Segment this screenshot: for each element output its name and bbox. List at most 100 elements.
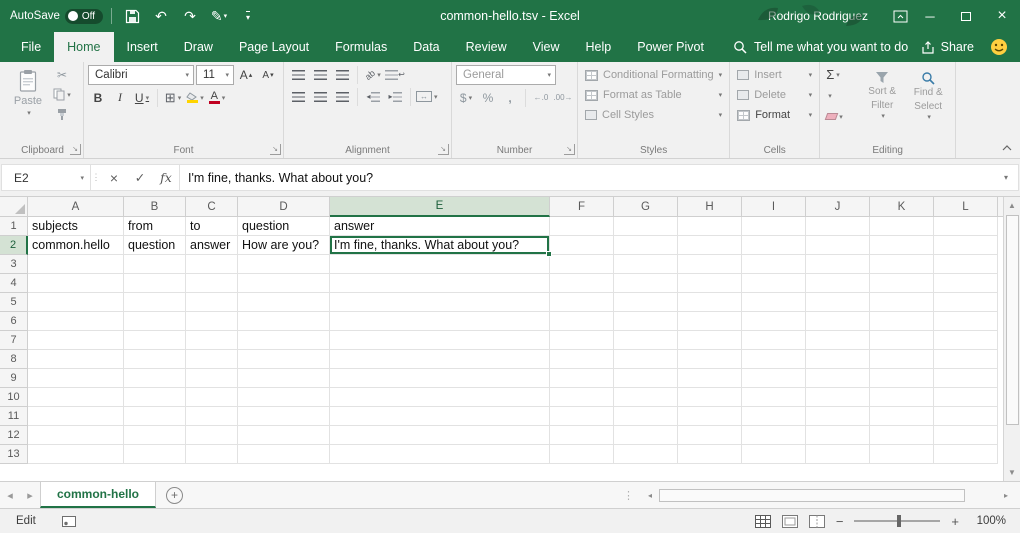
accounting-format-button[interactable]: $▾ xyxy=(456,88,476,107)
cell-F4[interactable] xyxy=(550,274,614,293)
tab-draw[interactable]: Draw xyxy=(171,32,226,62)
cell-E1[interactable]: answer xyxy=(330,217,550,236)
alignment-dialog-launcher[interactable]: ↘ xyxy=(438,144,449,155)
cell-G7[interactable] xyxy=(614,331,678,350)
tab-page-layout[interactable]: Page Layout xyxy=(226,32,322,62)
cell-H6[interactable] xyxy=(678,312,742,331)
cell-D3[interactable] xyxy=(238,255,330,274)
cell-E9[interactable] xyxy=(330,369,550,388)
cell-F12[interactable] xyxy=(550,426,614,445)
cell-J3[interactable] xyxy=(806,255,870,274)
align-bottom-button[interactable] xyxy=(332,65,352,84)
cell-L8[interactable] xyxy=(934,350,998,369)
clipboard-dialog-launcher[interactable]: ↘ xyxy=(70,144,81,155)
save-button[interactable] xyxy=(120,3,144,29)
vertical-scrollbar[interactable]: ▲ ▼ xyxy=(1003,197,1020,481)
zoom-level[interactable]: 100% xyxy=(970,515,1006,527)
tab-view[interactable]: View xyxy=(520,32,573,62)
number-dialog-launcher[interactable]: ↘ xyxy=(564,144,575,155)
cell-G3[interactable] xyxy=(614,255,678,274)
cell-K1[interactable] xyxy=(870,217,934,236)
merge-center-button[interactable]: ↔▾ xyxy=(416,87,438,106)
cell-K3[interactable] xyxy=(870,255,934,274)
cell-H10[interactable] xyxy=(678,388,742,407)
cell-H2[interactable] xyxy=(678,236,742,255)
cell-L9[interactable] xyxy=(934,369,998,388)
cell-D7[interactable] xyxy=(238,331,330,350)
scroll-down-arrow[interactable]: ▼ xyxy=(1004,464,1020,481)
row-header-8[interactable]: 8 xyxy=(0,350,28,369)
cell-L12[interactable] xyxy=(934,426,998,445)
row-header-1[interactable]: 1 xyxy=(0,217,28,236)
column-header-B[interactable]: B xyxy=(124,197,186,217)
cell-K10[interactable] xyxy=(870,388,934,407)
undo-button[interactable]: ↶ xyxy=(149,3,173,29)
cell-K4[interactable] xyxy=(870,274,934,293)
cell-L5[interactable] xyxy=(934,293,998,312)
cell-F8[interactable] xyxy=(550,350,614,369)
cell-F5[interactable] xyxy=(550,293,614,312)
cell-D10[interactable] xyxy=(238,388,330,407)
increase-indent-button[interactable]: ▸ xyxy=(385,87,405,106)
cell-G12[interactable] xyxy=(614,426,678,445)
cell-K5[interactable] xyxy=(870,293,934,312)
scroll-up-arrow[interactable]: ▲ xyxy=(1004,197,1020,214)
cell-E13[interactable] xyxy=(330,445,550,464)
cut-button[interactable]: ✂ xyxy=(52,65,72,84)
tab-formulas[interactable]: Formulas xyxy=(322,32,400,62)
cell-J1[interactable] xyxy=(806,217,870,236)
maximize-button[interactable] xyxy=(948,0,984,32)
cell-E11[interactable] xyxy=(330,407,550,426)
cell-G11[interactable] xyxy=(614,407,678,426)
autosum-button[interactable]: Σ▾ xyxy=(824,65,856,84)
ribbon-display-options-button[interactable] xyxy=(888,3,912,29)
align-top-button[interactable] xyxy=(288,65,308,84)
horizontal-scrollbar-track[interactable] xyxy=(658,487,998,504)
align-center-button[interactable] xyxy=(310,87,330,106)
row-header-10[interactable]: 10 xyxy=(0,388,28,407)
increase-decimal-button[interactable]: ←.0 xyxy=(531,88,551,107)
cell-K9[interactable] xyxy=(870,369,934,388)
row-header-5[interactable]: 5 xyxy=(0,293,28,312)
cell-B5[interactable] xyxy=(124,293,186,312)
cell-L2[interactable] xyxy=(934,236,998,255)
row-header-3[interactable]: 3 xyxy=(0,255,28,274)
sheet-nav-right-button[interactable]: ▸ xyxy=(20,482,40,508)
cell-K13[interactable] xyxy=(870,445,934,464)
column-header-E[interactable]: E xyxy=(330,197,550,217)
normal-view-button[interactable] xyxy=(755,515,771,528)
feedback-smiley-icon[interactable] xyxy=(990,38,1008,56)
cell-G1[interactable] xyxy=(614,217,678,236)
cell-J9[interactable] xyxy=(806,369,870,388)
cell-E2[interactable]: I'm fine, thanks. What about you? xyxy=(330,236,550,255)
formula-input[interactable]: I'm fine, thanks. What about you? xyxy=(180,171,994,185)
fill-button[interactable]: ▾ xyxy=(824,86,856,105)
row-header-4[interactable]: 4 xyxy=(0,274,28,293)
cell-I4[interactable] xyxy=(742,274,806,293)
cell-A12[interactable] xyxy=(28,426,124,445)
cell-G8[interactable] xyxy=(614,350,678,369)
cell-J6[interactable] xyxy=(806,312,870,331)
cell-B10[interactable] xyxy=(124,388,186,407)
cell-J11[interactable] xyxy=(806,407,870,426)
copy-button[interactable]: ▾ xyxy=(52,85,72,104)
cell-L3[interactable] xyxy=(934,255,998,274)
cell-J4[interactable] xyxy=(806,274,870,293)
scroll-right-arrow[interactable]: ▸ xyxy=(998,491,1014,500)
cell-D11[interactable] xyxy=(238,407,330,426)
increase-font-size-button[interactable]: A▴ xyxy=(236,66,256,85)
cell-A9[interactable] xyxy=(28,369,124,388)
scroll-left-arrow[interactable]: ◂ xyxy=(642,491,658,500)
sheet-nav-left-button[interactable]: ◂ xyxy=(0,482,20,508)
fill-handle[interactable] xyxy=(546,251,552,257)
cell-F9[interactable] xyxy=(550,369,614,388)
cell-F2[interactable] xyxy=(550,236,614,255)
insert-function-button[interactable]: fx xyxy=(153,165,179,190)
font-dialog-launcher[interactable]: ↘ xyxy=(270,144,281,155)
cell-B12[interactable] xyxy=(124,426,186,445)
cell-B3[interactable] xyxy=(124,255,186,274)
align-right-button[interactable] xyxy=(332,87,352,106)
decrease-decimal-button[interactable]: .00→ xyxy=(553,88,573,107)
cell-C2[interactable]: answer xyxy=(186,236,238,255)
cell-F13[interactable] xyxy=(550,445,614,464)
